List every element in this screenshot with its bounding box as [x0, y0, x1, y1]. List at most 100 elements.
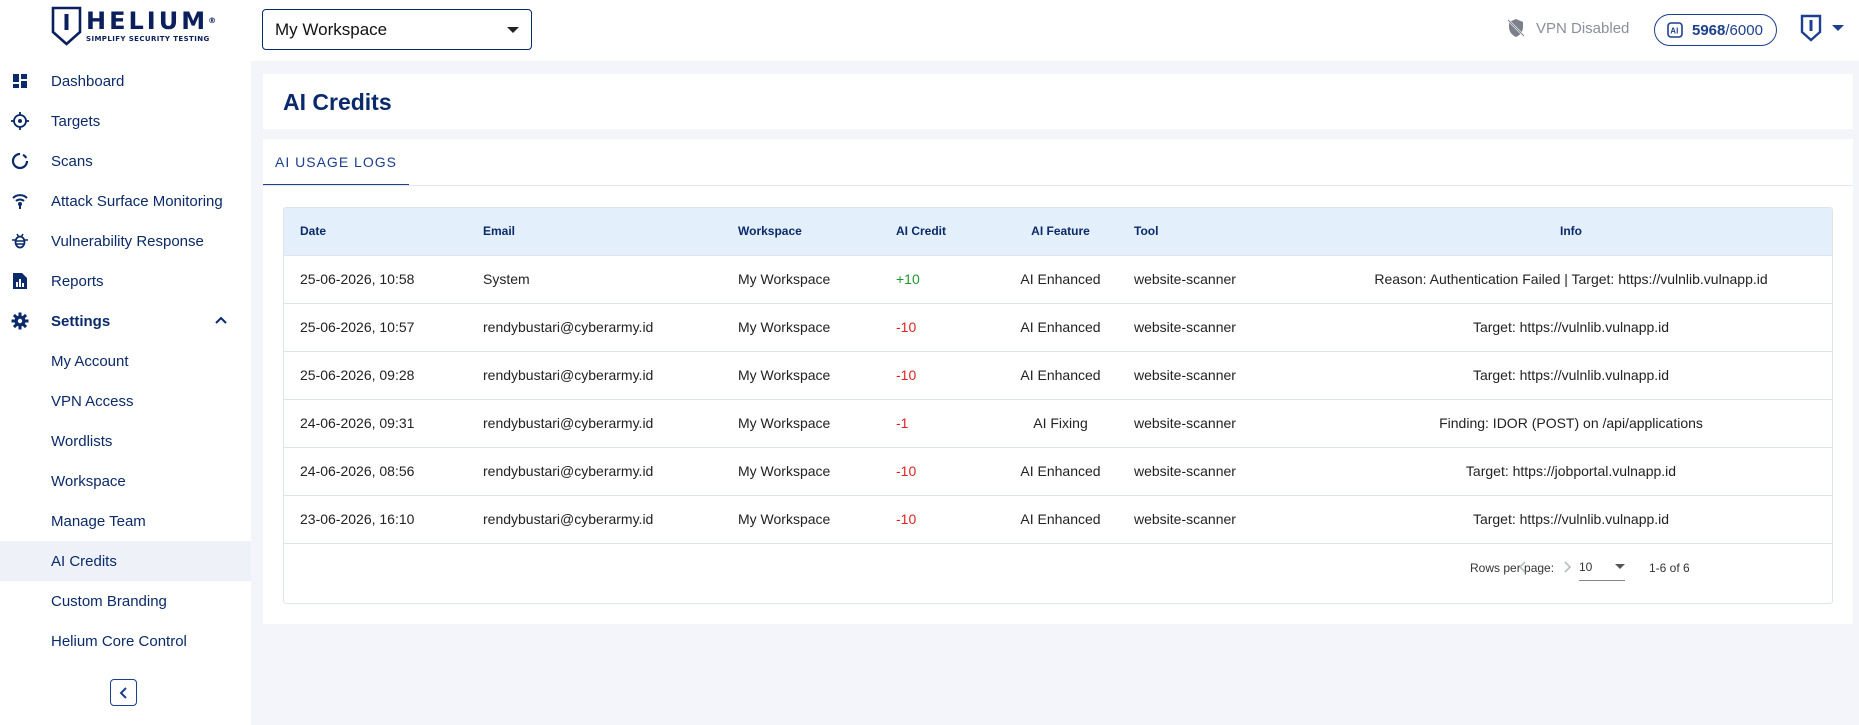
sidebar-item-scans[interactable]: Scans [0, 141, 251, 181]
sidebar-item-label: Dashboard [51, 72, 125, 90]
cell-email: rendybustari@cyberarmy.id [483, 463, 654, 479]
chevron-down-icon [1615, 564, 1625, 569]
vpn-status-label: VPN Disabled [1536, 19, 1630, 37]
cell-email: rendybustari@cyberarmy.id [483, 367, 654, 383]
cell-email: rendybustari@cyberarmy.id [483, 415, 654, 431]
cell-ai-feature: AI Enhanced [1020, 463, 1101, 479]
shield-off-icon [1507, 19, 1525, 37]
user-menu[interactable] [1800, 14, 1844, 42]
cell-date: 23-06-2026, 16:10 [300, 511, 415, 527]
sidebar-item-ai-credits[interactable]: AI Credits [0, 541, 251, 581]
cell-tool: website-scanner [1134, 367, 1236, 383]
table-row[interactable]: 25-06-2026, 10:58 System My Workspace +1… [284, 255, 1832, 303]
sidebar-item-label: My Account [51, 352, 129, 370]
sidebar-item-label: Wordlists [51, 432, 113, 450]
cell-ai-feature: AI Enhanced [1020, 319, 1101, 335]
sidebar-item-vpn-access[interactable]: VPN Access [0, 381, 251, 421]
column-header-ai-feature[interactable]: AI Feature [1003, 208, 1118, 255]
table-row[interactable]: 23-06-2026, 16:10 rendybustari@cyberarmy… [284, 495, 1832, 543]
cell-ai-credit: -10 [896, 463, 917, 479]
rows-per-page-select[interactable]: 10 [1579, 553, 1625, 581]
sidebar-item-label: Vulnerability Response [51, 232, 204, 250]
sidebar-item-helium-core-control[interactable]: Helium Core Control [0, 621, 251, 661]
cell-tool: website-scanner [1134, 511, 1236, 527]
sidebar-item-workspace[interactable]: Workspace [0, 461, 251, 501]
column-header-info[interactable]: Info [1308, 208, 1832, 255]
svg-text:AI: AI [1670, 27, 1678, 36]
chevron-right-icon [1564, 561, 1572, 573]
ai-chip-icon: AI [1667, 22, 1683, 38]
sidebar-item-my-account[interactable]: My Account [0, 341, 251, 381]
cell-tool: website-scanner [1134, 415, 1236, 431]
sidebar-item-label: Helium Core Control [51, 632, 187, 650]
column-header-workspace[interactable]: Workspace [722, 208, 880, 255]
sidebar-item-attack-surface-monitoring[interactable]: Attack Surface Monitoring [0, 181, 251, 221]
table-row[interactable]: 24-06-2026, 09:31 rendybustari@cyberarmy… [284, 399, 1832, 447]
cell-date: 25-06-2026, 10:57 [300, 319, 415, 335]
cell-ai-credit: +10 [896, 271, 920, 287]
ai-credits-badge[interactable]: AI 5968/6000 [1654, 14, 1777, 46]
column-header-email[interactable]: Email [467, 208, 722, 255]
table-row[interactable]: 25-06-2026, 10:57 rendybustari@cyberarmy… [284, 303, 1832, 351]
usage-logs-table: Date Email Workspace AI Credit AI Featur… [283, 207, 1833, 604]
cell-ai-feature: AI Enhanced [1020, 511, 1101, 527]
page-header: AI Credits [263, 74, 1853, 129]
cell-ai-feature: AI Enhanced [1020, 271, 1101, 287]
sidebar-item-reports[interactable]: Reports [0, 261, 251, 301]
chevron-up-icon [215, 316, 227, 324]
sidebar-item-wordlists[interactable]: Wordlists [0, 421, 251, 461]
sidebar-item-custom-branding[interactable]: Custom Branding [0, 581, 251, 621]
cell-info: Target: https://vulnlib.vulnapp.id [1472, 367, 1670, 383]
tab-ai-usage-logs[interactable]: AI USAGE LOGS [263, 139, 409, 186]
target-icon [11, 112, 29, 130]
cell-workspace: My Workspace [738, 415, 831, 431]
cell-date: 25-06-2026, 09:28 [300, 367, 415, 383]
sidebar-item-settings[interactable]: Settings [0, 301, 251, 341]
sidebar-item-label: VPN Access [51, 392, 134, 410]
sidebar-item-label: Settings [51, 312, 111, 330]
sidebar-item-label: Reports [51, 272, 104, 290]
top-header: HELIUM® SIMPLIFY SECURITY TESTING My Wor… [0, 0, 1859, 61]
cell-date: 24-06-2026, 08:56 [300, 463, 415, 479]
sidebar-item-label: Targets [51, 112, 101, 130]
credits-total: 6000 [1729, 21, 1763, 39]
chevron-down-icon [1832, 25, 1844, 31]
sidebar-item-vulnerability-response[interactable]: Vulnerability Response [0, 221, 251, 261]
cell-email: System [483, 271, 530, 287]
credits-used: 5968 [1692, 21, 1726, 39]
cell-email: rendybustari@cyberarmy.id [483, 511, 654, 527]
scan-icon [11, 152, 29, 170]
user-shield-icon [1800, 14, 1822, 42]
cell-tool: website-scanner [1134, 271, 1236, 287]
cell-date: 24-06-2026, 09:31 [300, 415, 415, 431]
cell-info: Target: https://vulnlib.vulnapp.id [1472, 319, 1670, 335]
cell-workspace: My Workspace [738, 511, 831, 527]
dashboard-icon [11, 72, 29, 90]
chevron-left-icon [1518, 561, 1526, 573]
broadcast-icon [11, 192, 29, 210]
column-header-tool[interactable]: Tool [1118, 208, 1308, 255]
column-header-date[interactable]: Date [284, 208, 467, 255]
cell-ai-credit: -1 [896, 415, 909, 431]
sidebar-item-label: Manage Team [51, 512, 146, 530]
cell-info: Target: https://jobportal.vulnapp.id [1465, 463, 1677, 479]
table-row[interactable]: 25-06-2026, 09:28 rendybustari@cyberarmy… [284, 351, 1832, 399]
previous-page-button[interactable] [1512, 556, 1534, 578]
cell-info: Finding: IDOR (POST) on /api/application… [1439, 415, 1703, 431]
table-row[interactable]: 24-06-2026, 08:56 rendybustari@cyberarmy… [284, 447, 1832, 495]
column-header-ai-credit[interactable]: AI Credit [880, 208, 1003, 255]
cell-workspace: My Workspace [738, 463, 831, 479]
collapse-sidebar-button[interactable] [110, 679, 137, 706]
sidebar-item-label: Workspace [51, 472, 126, 490]
cell-workspace: My Workspace [738, 319, 831, 335]
cell-email: rendybustari@cyberarmy.id [483, 319, 654, 335]
sidebar-item-targets[interactable]: Targets [0, 101, 251, 141]
next-page-button[interactable] [1556, 556, 1578, 578]
sidebar-item-dashboard[interactable]: Dashboard [0, 61, 251, 101]
brand-logo[interactable]: HELIUM® SIMPLIFY SECURITY TESTING [51, 6, 216, 48]
cell-info: Reason: Authentication Failed | Target: … [1374, 271, 1768, 287]
sidebar-item-label: Scans [51, 152, 93, 170]
cell-ai-credit: -10 [896, 367, 917, 383]
sidebar-item-manage-team[interactable]: Manage Team [0, 501, 251, 541]
workspace-select[interactable]: My Workspace [262, 9, 532, 50]
